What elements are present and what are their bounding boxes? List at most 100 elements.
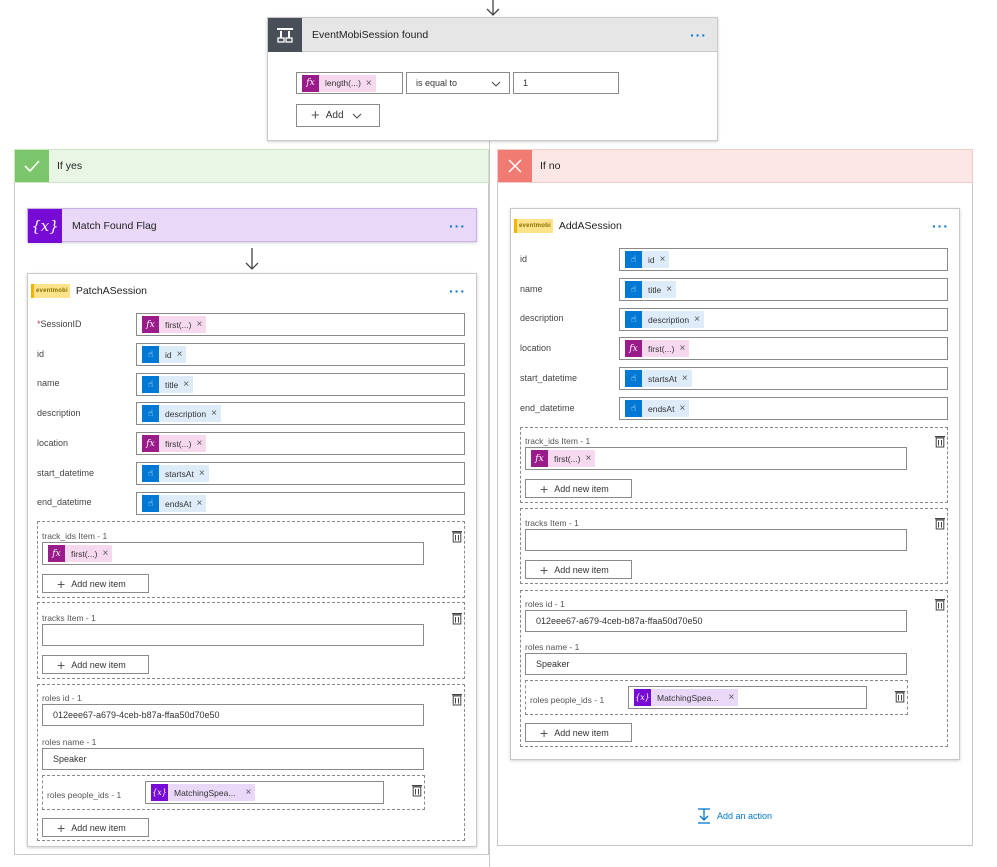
tracks-label: tracks Item - 1 — [525, 518, 579, 528]
remove-token-icon[interactable]: × — [211, 408, 217, 419]
remove-token-icon[interactable]: × — [660, 254, 666, 265]
roles-people-input[interactable]: {x} MatchingSpea... × — [628, 686, 867, 709]
patch-session-title: PatchASession — [75, 285, 148, 297]
remove-token-icon[interactable]: × — [694, 314, 700, 325]
remove-token-icon[interactable]: × — [679, 343, 685, 354]
more-options-icon[interactable]: ··· — [932, 218, 949, 234]
add-new-item-button[interactable]: + Add new item — [525, 723, 632, 742]
token-length[interactable]: fx length(...) × — [302, 74, 376, 92]
roles-id-input[interactable]: 012eee67-a679-4ceb-b87a-ffaa50d70e50 — [42, 704, 424, 726]
condition-icon — [268, 17, 302, 52]
plus-icon: + — [540, 561, 549, 578]
delete-item-icon[interactable] — [411, 784, 423, 797]
add-new-item-button[interactable]: + Add new item — [42, 818, 149, 837]
token-matching-speaker[interactable]: {x} MatchingSpea... × — [634, 689, 739, 706]
remove-token-icon[interactable]: × — [666, 284, 672, 295]
fx-icon: fx — [48, 545, 65, 562]
token-first[interactable]: fx first(...) × — [531, 450, 596, 467]
condition-left-operand[interactable]: fx length(...) × — [296, 72, 403, 94]
chevron-down-icon — [352, 113, 361, 119]
token-first[interactable]: fx first(...) × — [142, 435, 207, 452]
branch-no-header[interactable]: If no — [497, 149, 973, 183]
description-input[interactable]: ☝ description × — [619, 308, 948, 331]
remove-token-icon[interactable]: × — [183, 379, 189, 390]
remove-token-icon[interactable]: × — [679, 403, 685, 414]
delete-item-icon[interactable] — [451, 530, 463, 543]
token-first[interactable]: fx first(...) × — [48, 545, 113, 562]
delete-item-icon[interactable] — [451, 612, 463, 625]
remove-token-icon[interactable]: × — [196, 319, 202, 330]
token-startsat[interactable]: ☝ startsAt × — [142, 465, 209, 482]
roles-name-input[interactable]: Speaker — [525, 653, 907, 675]
delete-item-icon[interactable] — [934, 435, 946, 448]
start-datetime-input[interactable]: ☝ startsAt × — [136, 462, 465, 485]
token-title[interactable]: ☝ title × — [142, 376, 194, 393]
description-input[interactable]: ☝ description × — [136, 402, 465, 425]
patch-session-header[interactable]: eventmobi PatchASession ··· — [28, 274, 476, 308]
remove-token-icon[interactable]: × — [728, 692, 734, 703]
token-first[interactable]: fx first(...) × — [142, 316, 207, 333]
more-options-icon[interactable]: ··· — [449, 283, 466, 299]
token-title[interactable]: ☝ title × — [625, 281, 677, 298]
remove-token-icon[interactable]: × — [682, 373, 688, 384]
add-action-button[interactable]: Add an action — [697, 808, 772, 824]
name-input[interactable]: ☝ title × — [619, 278, 948, 301]
location-input[interactable]: fx first(...) × — [136, 432, 465, 455]
tracks-input[interactable] — [42, 624, 424, 646]
remove-token-icon[interactable]: × — [196, 438, 202, 449]
condition-card-header[interactable]: EventMobiSession found ··· — [268, 17, 717, 52]
sessionid-input[interactable]: fx first(...) × — [136, 313, 465, 336]
remove-token-icon[interactable]: × — [245, 787, 251, 798]
token-description[interactable]: ☝ description × — [625, 311, 704, 328]
roles-people-input[interactable]: {x} MatchingSpea... × — [145, 781, 384, 804]
token-endsat[interactable]: ☝ endsAt × — [142, 495, 207, 512]
track-ids-input[interactable]: fx first(...) × — [525, 447, 907, 470]
add-new-item-button[interactable]: + Add new item — [42, 574, 149, 593]
add-new-item-button[interactable]: + Add new item — [525, 560, 632, 579]
more-options-icon[interactable]: ··· — [690, 27, 707, 43]
add-new-item-button[interactable]: + Add new item — [525, 479, 632, 498]
remove-token-icon[interactable]: × — [199, 468, 205, 479]
remove-token-icon[interactable]: × — [585, 453, 591, 464]
location-input[interactable]: fx first(...) × — [619, 337, 948, 360]
branch-no-label: If no — [540, 160, 561, 172]
more-options-icon[interactable]: ··· — [449, 218, 466, 234]
delete-item-icon[interactable] — [934, 517, 946, 530]
roles-id-input[interactable]: 012eee67-a679-4ceb-b87a-ffaa50d70e50 — [525, 610, 907, 632]
remove-token-icon[interactable]: × — [196, 498, 202, 509]
token-description[interactable]: ☝ description × — [142, 405, 221, 422]
condition-right-operand[interactable]: 1 — [513, 72, 619, 94]
branch-divider — [489, 140, 490, 867]
condition-operator-select[interactable]: is equal to — [406, 72, 510, 94]
delete-item-icon[interactable] — [451, 693, 463, 706]
id-input[interactable]: ☝ id × — [619, 248, 948, 271]
arrow-down-icon — [486, 0, 500, 16]
start-datetime-input[interactable]: ☝ startsAt × — [619, 367, 948, 390]
token-id[interactable]: ☝ id × — [625, 251, 670, 268]
delete-item-icon[interactable] — [934, 598, 946, 611]
add-condition-button[interactable]: + Add — [296, 104, 380, 127]
token-matching-speaker[interactable]: {x} MatchingSpea... × — [151, 784, 256, 801]
token-first[interactable]: fx first(...) × — [625, 340, 690, 357]
hand-pointer-icon: ☝ — [142, 405, 159, 422]
track-ids-input[interactable]: fx first(...) × — [42, 542, 424, 565]
roles-name-input[interactable]: Speaker — [42, 748, 424, 770]
token-startsat[interactable]: ☝ startsAt × — [625, 370, 692, 387]
token-id[interactable]: ☝ id × — [142, 346, 187, 363]
add-session-header[interactable]: eventmobi AddASession ··· — [511, 209, 959, 243]
plus-icon: + — [57, 819, 66, 836]
branch-yes-header[interactable]: If yes — [14, 149, 489, 183]
add-new-item-button[interactable]: + Add new item — [42, 655, 149, 674]
id-input[interactable]: ☝ id × — [136, 343, 465, 366]
end-datetime-input[interactable]: ☝ endsAt × — [619, 397, 948, 420]
end-datetime-input[interactable]: ☝ endsAt × — [136, 492, 465, 515]
remove-token-icon[interactable]: × — [366, 78, 372, 89]
token-endsat[interactable]: ☝ endsAt × — [625, 400, 690, 417]
plus-icon: + — [540, 480, 549, 497]
remove-token-icon[interactable]: × — [102, 548, 108, 559]
match-found-flag-card[interactable]: {x} Match Found Flag ··· — [27, 208, 477, 243]
delete-item-icon[interactable] — [894, 690, 906, 703]
remove-token-icon[interactable]: × — [177, 349, 183, 360]
name-input[interactable]: ☝ title × — [136, 373, 465, 396]
tracks-input[interactable] — [525, 529, 907, 551]
